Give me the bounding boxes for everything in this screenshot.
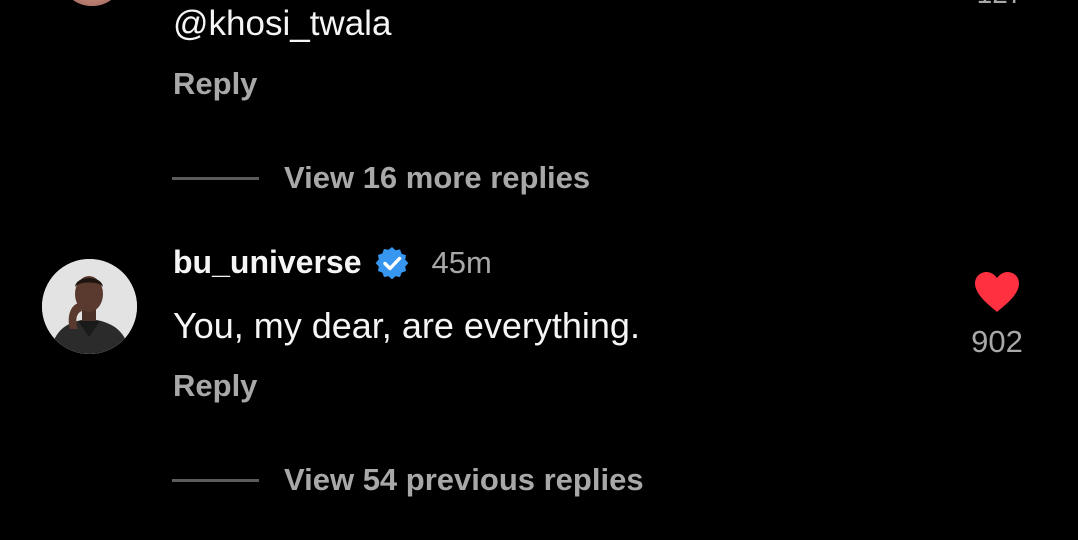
previous-comment-like-count: 127 [960, 0, 1040, 10]
view-previous-replies-button[interactable]: View 54 previous replies [172, 462, 644, 498]
view-more-replies-button[interactable]: View 16 more replies [172, 160, 590, 196]
username[interactable]: bu_universe [173, 244, 362, 281]
reply-button[interactable]: Reply [173, 368, 257, 404]
heart-filled-icon[interactable] [973, 270, 1021, 314]
comment-text: You, my dear, are everything. [173, 305, 640, 346]
comment-mention-text[interactable]: @khosi_twala [173, 4, 391, 44]
comment-timestamp: 45m [431, 244, 492, 280]
avatar-photo [42, 259, 137, 354]
like-count: 902 [971, 324, 1023, 359]
avatar[interactable] [42, 259, 137, 354]
thread-divider-line [172, 176, 259, 180]
view-previous-replies-label: View 54 previous replies [284, 462, 644, 497]
previous-comment-reply-button[interactable]: Reply [173, 66, 257, 102]
view-more-replies-label: View 16 more replies [284, 160, 591, 195]
previous-comment-avatar[interactable] [64, 0, 120, 6]
comment-header: bu_universe 45m [173, 244, 492, 281]
thread-divider-line [172, 478, 259, 482]
verified-badge-icon [374, 245, 410, 281]
